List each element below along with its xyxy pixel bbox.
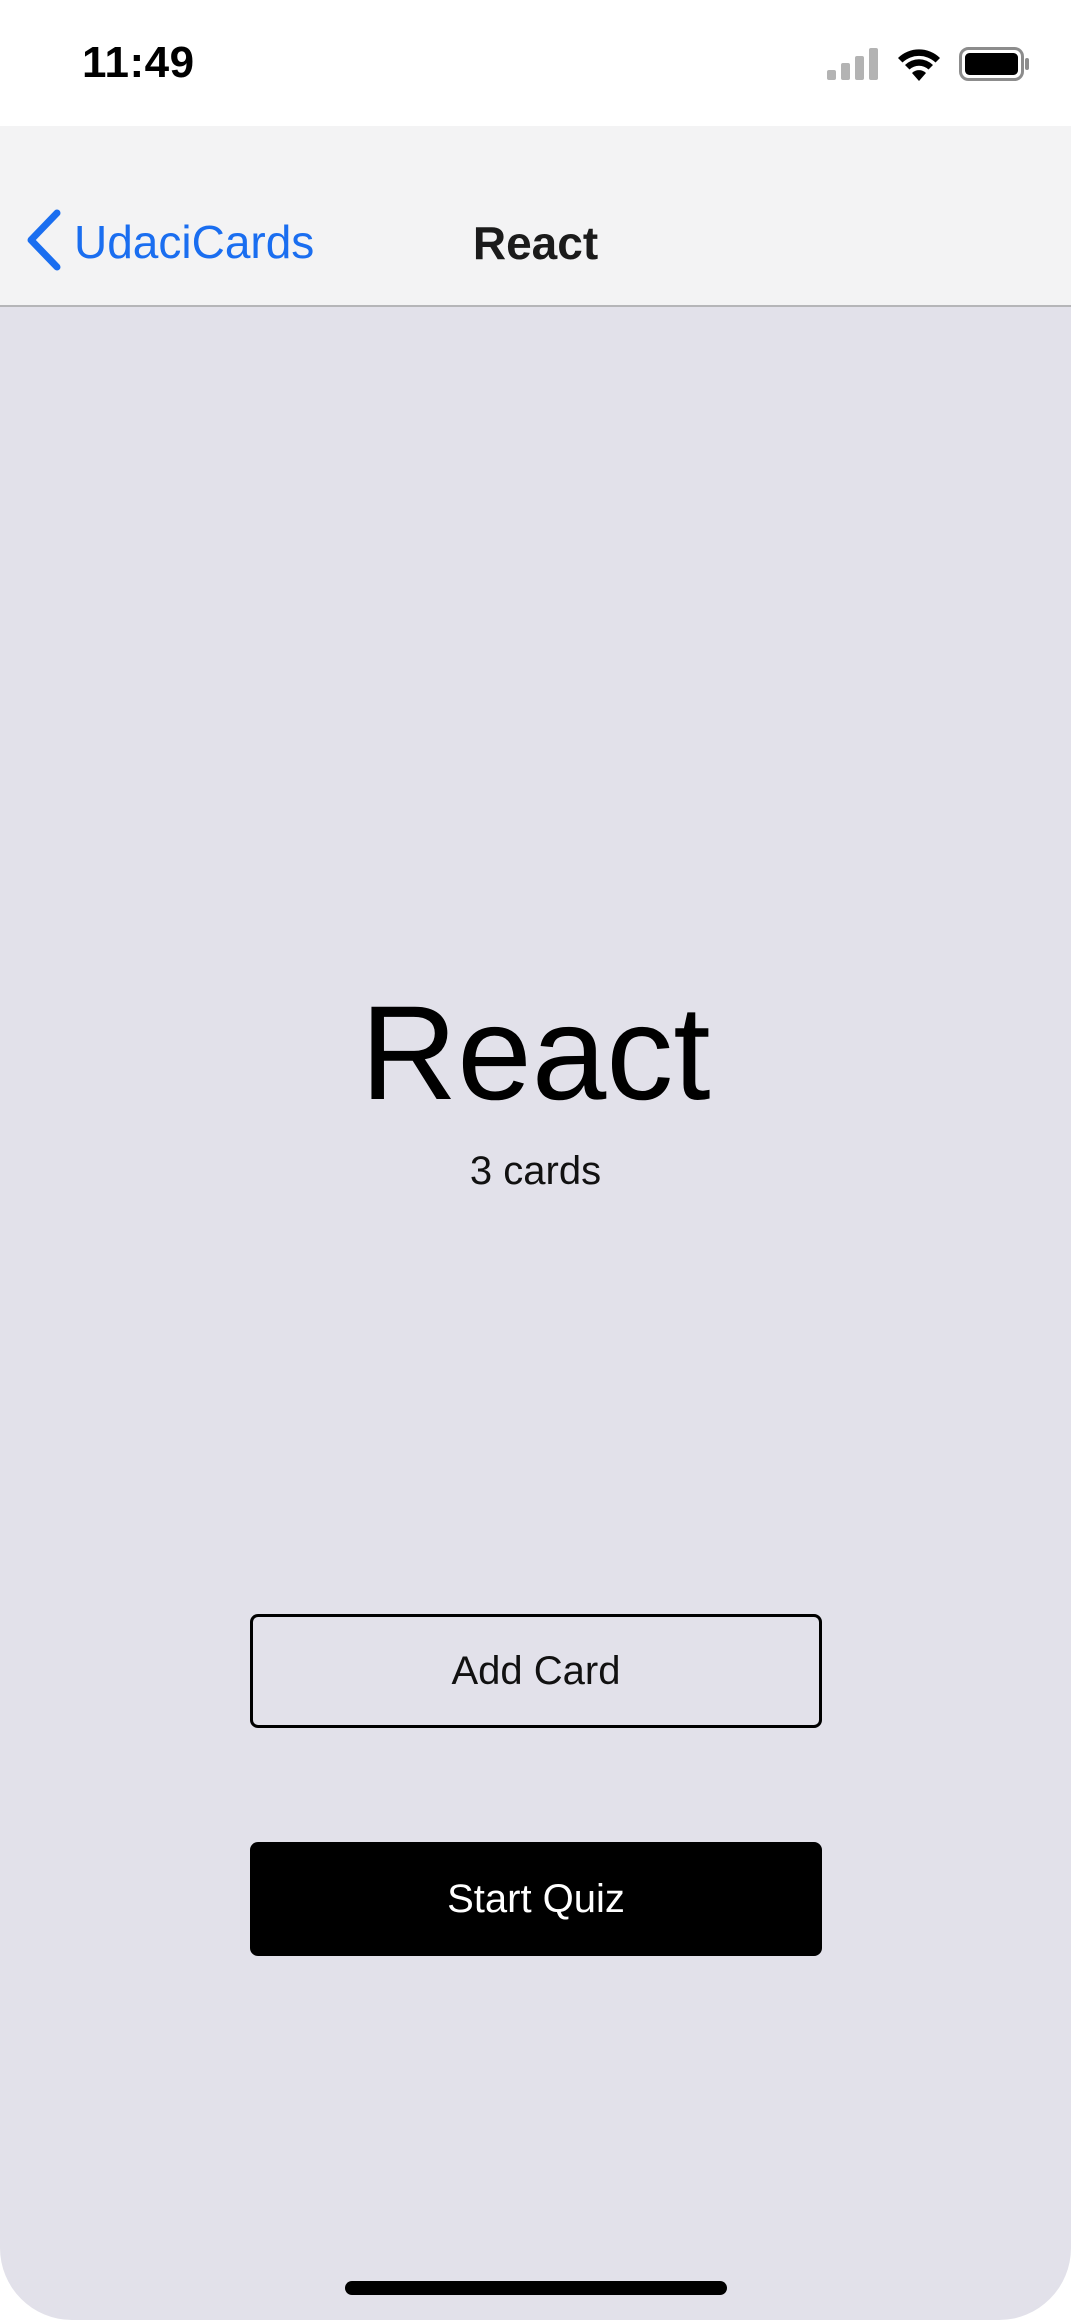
deck-title: React	[360, 979, 711, 1128]
cellular-signal-icon	[827, 47, 879, 85]
status-bar: 11:49	[0, 0, 1071, 126]
wifi-icon	[897, 47, 941, 86]
deck-detail-content: React 3 cards Add Card Start Quiz	[0, 307, 1071, 2320]
battery-icon	[959, 46, 1029, 86]
app-screen: 11:49 UdaciCards React React 3 cards Add…	[0, 0, 1071, 2320]
nav-title: React	[472, 217, 599, 269]
start-quiz-button-label: Start Quiz	[447, 1876, 625, 1921]
status-icons	[827, 46, 1029, 86]
start-quiz-button[interactable]: Start Quiz	[250, 1842, 822, 1956]
add-card-button[interactable]: Add Card	[250, 1614, 822, 1728]
deck-card-count: 3 cards	[469, 1149, 602, 1193]
status-time: 11:49	[82, 38, 195, 87]
add-card-button-label: Add Card	[451, 1648, 621, 1693]
navigation-bar: UdaciCards React	[0, 126, 1071, 307]
home-indicator[interactable]	[345, 2281, 727, 2295]
